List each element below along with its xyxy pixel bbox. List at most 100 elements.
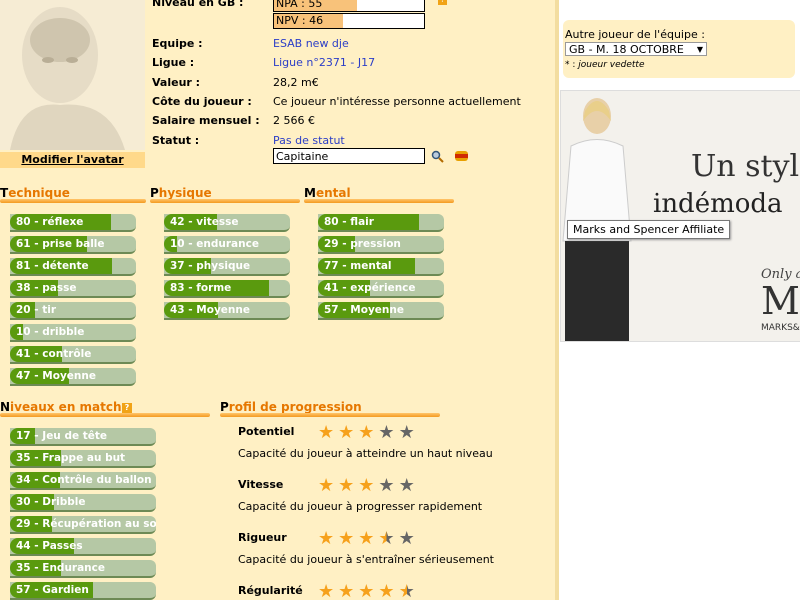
skill-bar-label: 42 - vitesse [170, 216, 239, 228]
skill-bar-label: 81 - détente [16, 260, 89, 272]
skill-bar: 37 - physique [164, 258, 290, 276]
skill-bar: 35 - Frappe au but [10, 450, 156, 468]
help-icon[interactable]: ? [438, 0, 447, 5]
skill-bar: 38 - passe [10, 280, 136, 298]
progression-label: Rigueur [238, 531, 287, 544]
star-icon: ★ [398, 422, 415, 443]
skill-bar-label: 29 - pression [324, 238, 401, 250]
skill-bar-label: 47 - Moyenne [16, 370, 96, 382]
armband-icon[interactable] [454, 150, 469, 162]
rating-stars: ★ ★ ★ ★ ★ [318, 530, 415, 548]
skill-bar: 10 - endurance [164, 236, 290, 254]
skill-bar-label: 35 - Frappe au but [16, 452, 126, 464]
advertisement-banner[interactable]: Un style indémoda Only a M MARKS& [560, 90, 800, 342]
valeur-label: Valeur : [152, 76, 201, 89]
skill-bar: 29 - pression [318, 236, 444, 254]
skill-bar: 42 - vitesse [164, 214, 290, 232]
rating-stars: ★ ★ ★ ★ ★ [318, 424, 415, 442]
ad-brand: MARKS& [761, 323, 800, 333]
ad-logo-letter: M [761, 279, 800, 323]
cote-label: Côte du joueur : [152, 95, 252, 108]
select-value: GB - M. 18 OCTOBRE [569, 43, 684, 56]
skill-bar: 41 - expérience [318, 280, 444, 298]
statut-label: Statut : [152, 134, 200, 147]
skill-bar-label: 77 - mental [324, 260, 392, 272]
star-icon: ★ [338, 475, 355, 496]
section-underline [0, 413, 210, 417]
skill-bar-label: 83 - forme [170, 282, 232, 294]
star-icon: ★ [338, 422, 355, 443]
skill-bar: 61 - prise balle [10, 236, 136, 254]
statut-link[interactable]: Pas de statut [273, 134, 345, 147]
help-icon[interactable]: ? [122, 403, 132, 413]
skill-bar-label: 35 - Endurance [16, 562, 106, 574]
valeur-value: 28,2 m€ [273, 76, 319, 89]
npa-bar: NPA : 55 [273, 0, 425, 12]
section-underline [150, 199, 300, 203]
chevron-down-icon: ▼ [696, 45, 703, 54]
skill-bar-label: 20 - tir [16, 304, 57, 316]
rating-stars: ★ ★ ★ ★ ★ [318, 583, 415, 600]
skill-bar: 10 - dribble [10, 324, 136, 342]
skill-bar: 34 - Contrôle du ballon [10, 472, 156, 490]
skill-bar: 57 - Moyenne [318, 302, 444, 320]
section-underline [304, 199, 454, 203]
player-panel: Modifier l'avatar Niveau en GB : NPA : 5… [0, 0, 555, 600]
modify-avatar-link[interactable]: Modifier l'avatar [0, 152, 145, 168]
section-title-technique: Technique [0, 186, 70, 200]
skill-bar-label: 37 - physique [170, 260, 251, 272]
niveau-label: Niveau en GB : [152, 0, 244, 9]
star-icon: ★ [378, 581, 395, 600]
npv-text: NPV : 46 [276, 14, 324, 27]
section-title-mental: Mental [304, 186, 351, 200]
ad-headline-2: indémoda [653, 189, 783, 219]
progression-label: Régularité [238, 584, 303, 597]
salaire-value: 2 566 € [273, 114, 315, 127]
equipe-link[interactable]: ESAB new dje [273, 37, 349, 50]
skill-bar-label: 41 - contrôle [16, 348, 92, 360]
other-player-box: Autre joueur de l'équipe : GB - M. 18 OC… [563, 20, 795, 78]
skill-bar-label: 57 - Moyenne [324, 304, 404, 316]
section-title-niveaux: Niveaux en match [0, 400, 122, 414]
star-icon: ★ [358, 581, 375, 600]
star-icon: ★ [378, 475, 395, 496]
other-player-label: Autre joueur de l'équipe : [565, 28, 705, 41]
star-icon: ★ [358, 528, 375, 549]
skill-bar-label: 38 - passe [16, 282, 77, 294]
cote-value: Ce joueur n'intéresse personne actuellem… [273, 95, 521, 108]
star-icon: ★ [378, 422, 395, 443]
skill-bar: 44 - Passes [10, 538, 156, 556]
other-player-select[interactable]: GB - M. 18 OCTOBRE ▼ [565, 42, 707, 56]
skill-bar-label: 57 - Gardien [16, 584, 89, 596]
skill-bar-label: 10 - endurance [170, 238, 259, 250]
skill-bar-label: 29 - Récupération au sol [16, 518, 156, 530]
star-icon: ★ [398, 528, 415, 549]
skill-bar: 43 - Moyenne [164, 302, 290, 320]
search-icon[interactable] [431, 150, 444, 163]
skill-bar: 80 - flair [318, 214, 444, 232]
star-icon: ★ [358, 475, 375, 496]
ligue-link[interactable]: Ligue n°2371 - J17 [273, 56, 375, 69]
star-icon: ★ [318, 528, 335, 549]
skill-bar-label: 44 - Passes [16, 540, 83, 552]
skill-bar-label: 34 - Contrôle du ballon [16, 474, 152, 486]
progression-description: Capacité du joueur à atteindre un haut n… [238, 447, 493, 460]
section-title-profil: Profil de progression [220, 400, 362, 414]
affiliate-tooltip: Marks and Spencer Affiliate [567, 220, 731, 239]
star-icon: ★ [318, 475, 335, 496]
right-column: Autre joueur de l'équipe : GB - M. 18 OC… [559, 0, 800, 600]
skill-bar-label: 80 - flair [324, 216, 374, 228]
star-icon: ★ [318, 581, 335, 600]
npv-bar: NPV : 46 [273, 13, 425, 29]
skill-bar: 47 - Moyenne [10, 368, 136, 386]
skill-bar-label: 10 - dribble [16, 326, 85, 338]
skill-bar-label: 41 - expérience [324, 282, 416, 294]
skill-bar: 35 - Endurance [10, 560, 156, 578]
salaire-label: Salaire mensuel : [152, 114, 260, 127]
progression-description: Capacité du joueur à s'entraîner sérieus… [238, 553, 494, 566]
star-icon: ★ [358, 422, 375, 443]
capitaine-input[interactable] [273, 148, 425, 164]
skill-bar: 20 - tir [10, 302, 136, 320]
progression-label: Potentiel [238, 425, 295, 438]
star-icon: ★ [398, 581, 415, 600]
